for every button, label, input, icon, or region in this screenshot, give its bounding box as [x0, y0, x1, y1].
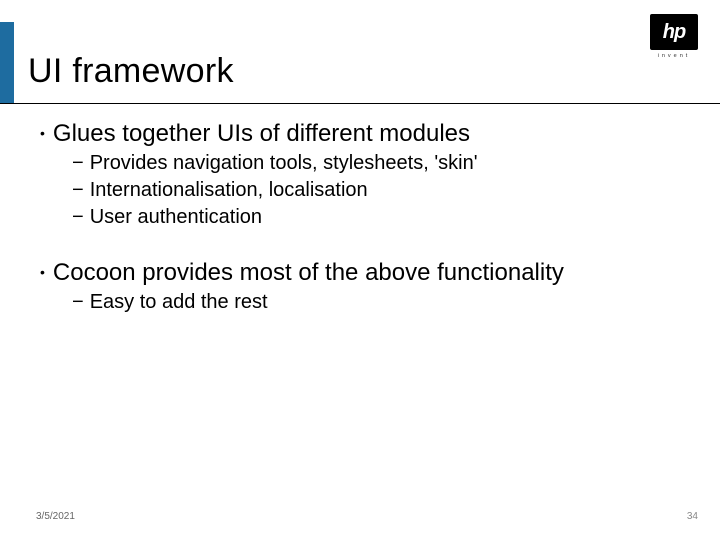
sub-bullet: − User authentication	[72, 204, 680, 231]
hp-logo-box: hp	[650, 14, 698, 50]
sub-bullet-text: Easy to add the rest	[90, 289, 268, 316]
title-underline	[0, 103, 720, 104]
footer-date: 3/5/2021	[36, 511, 75, 522]
sub-bullet-text: Provides navigation tools, stylesheets, …	[90, 150, 478, 177]
sub-bullet-text: Internationalisation, localisation	[90, 177, 368, 204]
sub-bullet-text: User authentication	[90, 204, 262, 231]
slide-title: UI framework	[28, 52, 234, 91]
hp-logo-subtext: invent	[650, 53, 698, 59]
dash-icon: −	[72, 177, 84, 204]
hp-logo: hp invent	[650, 14, 698, 59]
bullet-dot-icon: •	[40, 260, 45, 284]
dash-icon: −	[72, 204, 84, 231]
sub-bullet: − Provides navigation tools, stylesheets…	[72, 150, 680, 177]
sub-bullet: − Easy to add the rest	[72, 289, 680, 316]
bullet-1-text: Glues together UIs of different modules	[53, 120, 470, 148]
footer-page-number: 34	[687, 511, 698, 522]
bullet-1: • Glues together UIs of different module…	[40, 120, 680, 148]
sub-bullet: − Internationalisation, localisation	[72, 177, 680, 204]
hp-logo-text: hp	[663, 21, 685, 44]
bullet-2: • Cocoon provides most of the above func…	[40, 259, 680, 287]
dash-icon: −	[72, 289, 84, 316]
accent-bar	[0, 22, 14, 104]
slide-content: • Glues together UIs of different module…	[40, 120, 680, 316]
bullet-2-text: Cocoon provides most of the above functi…	[53, 259, 564, 287]
dash-icon: −	[72, 150, 84, 177]
bullet-dot-icon: •	[40, 121, 45, 145]
